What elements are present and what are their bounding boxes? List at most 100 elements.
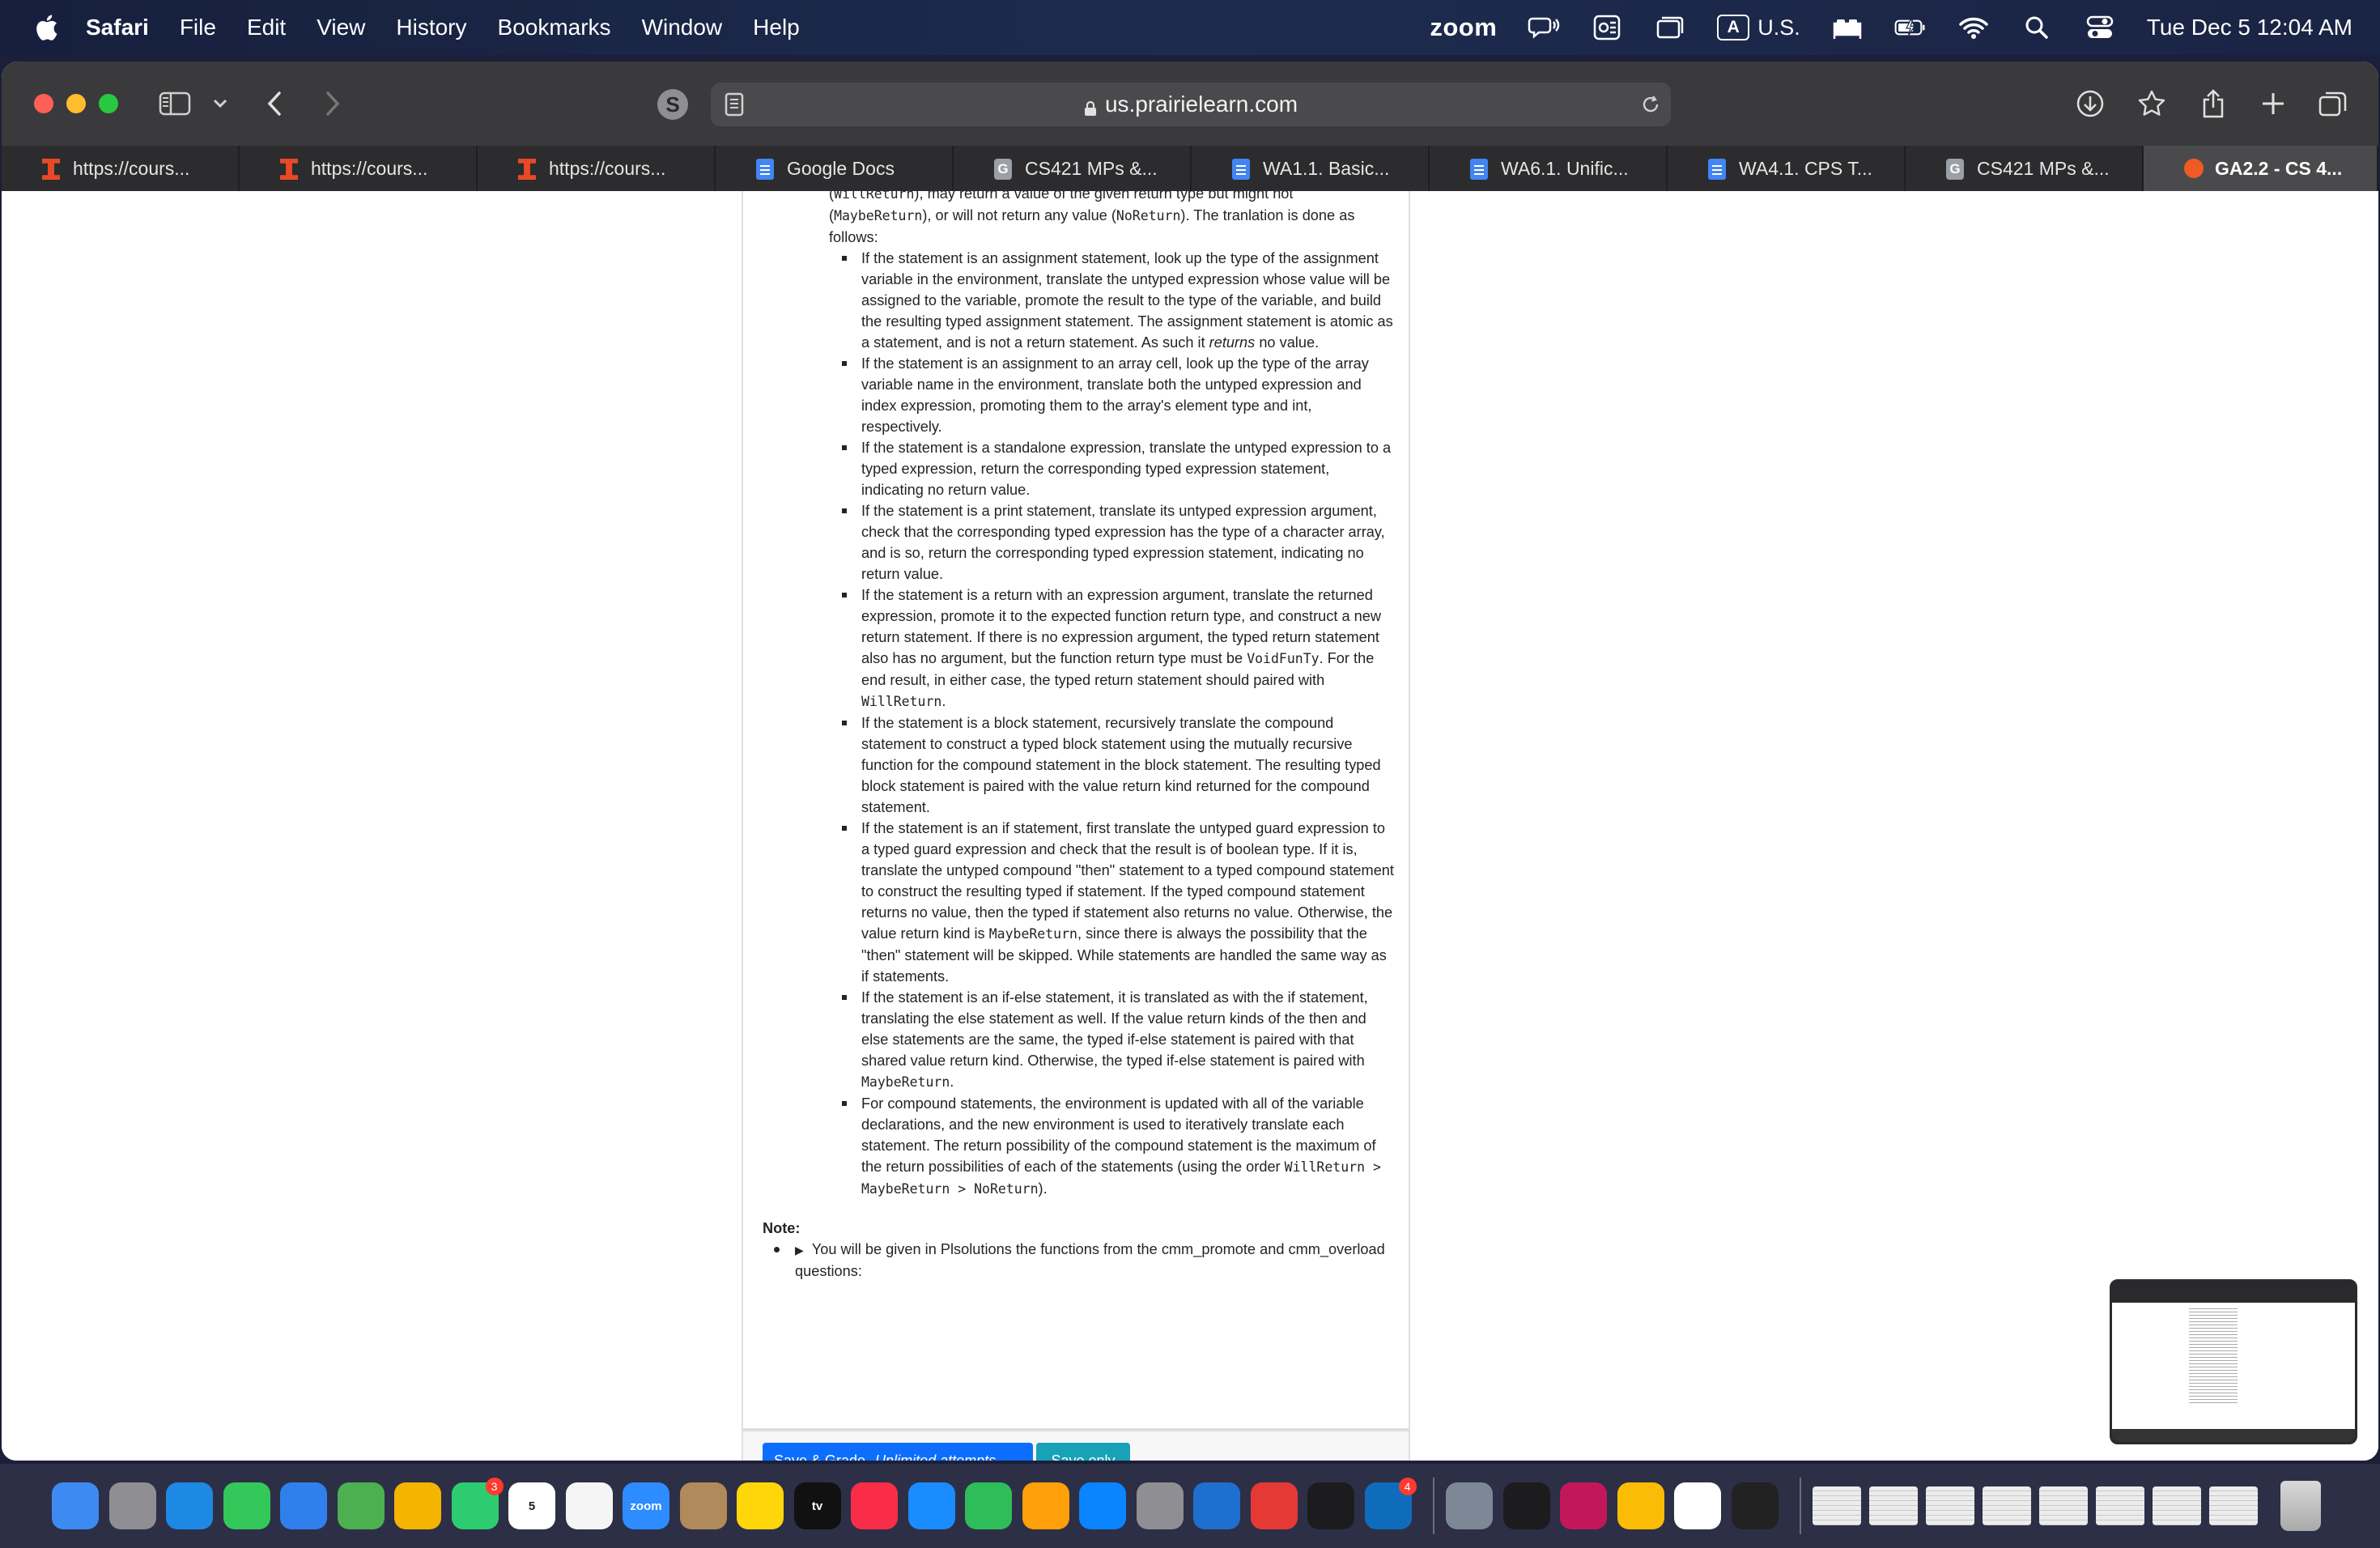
- dock-system-settings-icon[interactable]: [1136, 1482, 1184, 1529]
- dock-vscode-icon[interactable]: [1193, 1482, 1240, 1529]
- dock-preview-icon[interactable]: [1446, 1482, 1493, 1529]
- tab-ga2-2-active[interactable]: GA2.2 - CS 4...: [2144, 146, 2378, 191]
- dock-keynote-icon[interactable]: [907, 1482, 955, 1529]
- dock-launchpad-icon[interactable]: [108, 1482, 156, 1529]
- menu-clock[interactable]: Tue Dec 5 12:04 AM: [2147, 15, 2352, 40]
- dock-app-store-icon[interactable]: [1079, 1482, 1126, 1529]
- zoom-window-button[interactable]: [99, 94, 118, 113]
- dock-activity-monitor-icon[interactable]: [1731, 1482, 1779, 1529]
- sidebar-toggle-icon[interactable]: [157, 86, 193, 121]
- menu-history[interactable]: History: [396, 15, 466, 40]
- tab-label: WA6.1. Unific...: [1501, 157, 1629, 179]
- tab-wa4-1[interactable]: WA4.1. CPS T...: [1668, 146, 1906, 191]
- back-button[interactable]: [262, 86, 287, 121]
- chevron-down-icon[interactable]: [209, 86, 232, 121]
- dock-intellij-icon[interactable]: [1560, 1482, 1607, 1529]
- close-window-button[interactable]: [34, 94, 53, 113]
- dock-minimized-window[interactable]: [1813, 1486, 1861, 1525]
- address-bar[interactable]: us.prairielearn.com: [711, 83, 1671, 126]
- dock-finder-icon[interactable]: [52, 1482, 99, 1529]
- dock-minimized-window[interactable]: [2153, 1486, 2201, 1525]
- save-and-grade-button[interactable]: Save & Grade Unlimited attempts: [763, 1443, 1033, 1461]
- rule-emphasis: returns: [1209, 334, 1256, 351]
- tab-cs421-mps-2[interactable]: G CS421 MPs &...: [1906, 146, 2144, 191]
- bookmark-star-icon[interactable]: [2136, 86, 2168, 121]
- g-favicon-icon: G: [994, 159, 1012, 180]
- control-center-icon[interactable]: [2084, 14, 2116, 41]
- extension-s-icon[interactable]: S: [657, 89, 688, 120]
- tab-wa1-1[interactable]: WA1.1. Basic...: [1192, 146, 1430, 191]
- dock-messages-icon[interactable]: [223, 1482, 270, 1529]
- dock-reminders-icon[interactable]: [565, 1482, 613, 1529]
- dock-maps-icon[interactable]: [337, 1482, 385, 1529]
- menu-view[interactable]: View: [317, 15, 365, 40]
- dock-terminal-icon[interactable]: [1502, 1482, 1550, 1529]
- menu-bookmarks[interactable]: Bookmarks: [498, 15, 611, 40]
- battery-icon[interactable]: [1894, 14, 1927, 41]
- dock-terminal-alt-icon[interactable]: [1307, 1482, 1354, 1529]
- menu-edit[interactable]: Edit: [247, 15, 286, 40]
- dock-minimized-window[interactable]: [2039, 1486, 2088, 1525]
- dock-slack-icon[interactable]: [1674, 1482, 1721, 1529]
- dock-contacts-icon[interactable]: [679, 1482, 727, 1529]
- input-source-label: U.S.: [1757, 15, 1800, 40]
- trash-icon[interactable]: [2280, 1481, 2321, 1531]
- minimize-window-button[interactable]: [66, 94, 86, 113]
- forward-button[interactable]: [321, 86, 345, 121]
- tab-wa6-1[interactable]: WA6.1. Unific...: [1430, 146, 1668, 191]
- dock-zoom-icon[interactable]: zoom: [623, 1482, 669, 1529]
- apple-icon[interactable]: [34, 14, 58, 41]
- dock-minimized-window[interactable]: [1926, 1486, 1974, 1525]
- spotlight-search-icon[interactable]: [2021, 14, 2053, 41]
- tab-illinois-3[interactable]: https://cours...: [478, 146, 716, 191]
- wifi-icon[interactable]: [1957, 14, 1990, 41]
- menu-window[interactable]: Window: [642, 15, 723, 40]
- dock-minimized-window[interactable]: [2096, 1486, 2144, 1525]
- reader-view-icon[interactable]: [722, 87, 746, 122]
- dock-music-icon[interactable]: [851, 1482, 898, 1529]
- dock-speeko-icon[interactable]: [1250, 1482, 1298, 1529]
- note-item[interactable]: ▶ You will be given in Plsolutions the fu…: [774, 1239, 1394, 1282]
- menu-app-name[interactable]: Safari: [86, 15, 149, 40]
- disclosure-triangle-icon[interactable]: ▶: [795, 1244, 804, 1257]
- tab-illinois-1[interactable]: https://cours...: [2, 146, 240, 191]
- tab-overview-icon[interactable]: [2317, 86, 2349, 121]
- dock-notes-icon[interactable]: [737, 1482, 784, 1529]
- share-icon[interactable]: [2197, 86, 2229, 121]
- dock-calendar-icon[interactable]: 5: [508, 1482, 555, 1529]
- tab-cs421-mps-1[interactable]: G CS421 MPs &...: [954, 146, 1192, 191]
- tab-label: https://cours...: [73, 157, 190, 179]
- new-tab-icon[interactable]: [2257, 86, 2289, 121]
- dock-icon-label: zoom: [630, 1499, 662, 1513]
- dock-photos-icon[interactable]: [394, 1482, 441, 1529]
- voice-control-icon[interactable]: [1528, 14, 1560, 41]
- dock-facetime-icon[interactable]: 3: [451, 1478, 504, 1529]
- dock-numbers-icon[interactable]: [965, 1482, 1012, 1529]
- outlook-status-icon[interactable]: [1591, 14, 1623, 41]
- menu-help[interactable]: Help: [753, 15, 800, 40]
- dock-recent-apps: [1446, 1482, 1788, 1529]
- input-source-menu[interactable]: A U.S.: [1717, 15, 1800, 40]
- window-switcher-icon[interactable]: [1654, 14, 1686, 41]
- dock-safari-icon[interactable]: [166, 1482, 213, 1529]
- code-willreturn: WillReturn: [834, 191, 915, 202]
- rule-if: If the statement is an if statement, fir…: [829, 818, 1394, 987]
- dock-chrome-icon[interactable]: [1617, 1482, 1664, 1529]
- menu-file[interactable]: File: [180, 15, 216, 40]
- downloads-icon[interactable]: [2074, 86, 2106, 121]
- dock-mail-icon[interactable]: [280, 1482, 327, 1529]
- dock-tv-icon[interactable]: tv: [793, 1482, 841, 1529]
- zoom-status-item[interactable]: zoom: [1430, 13, 1497, 42]
- screenshot-thumbnail-preview[interactable]: [2110, 1279, 2357, 1444]
- tab-illinois-2[interactable]: https://cours...: [240, 146, 478, 191]
- dock-minimized-window[interactable]: [1983, 1486, 2031, 1525]
- dock-outlook-icon[interactable]: 4: [1364, 1478, 1417, 1529]
- tab-google-docs[interactable]: Google Docs: [716, 146, 954, 191]
- dock-separator: [1433, 1478, 1434, 1534]
- dock-minimized-window[interactable]: [1869, 1486, 1918, 1525]
- dock-minimized-window[interactable]: [2209, 1486, 2258, 1525]
- reload-icon[interactable]: [1640, 89, 1661, 120]
- sleep-bed-icon[interactable]: [1831, 14, 1864, 41]
- dock-pages-icon[interactable]: [1022, 1482, 1069, 1529]
- save-only-button[interactable]: Save only: [1036, 1443, 1130, 1461]
